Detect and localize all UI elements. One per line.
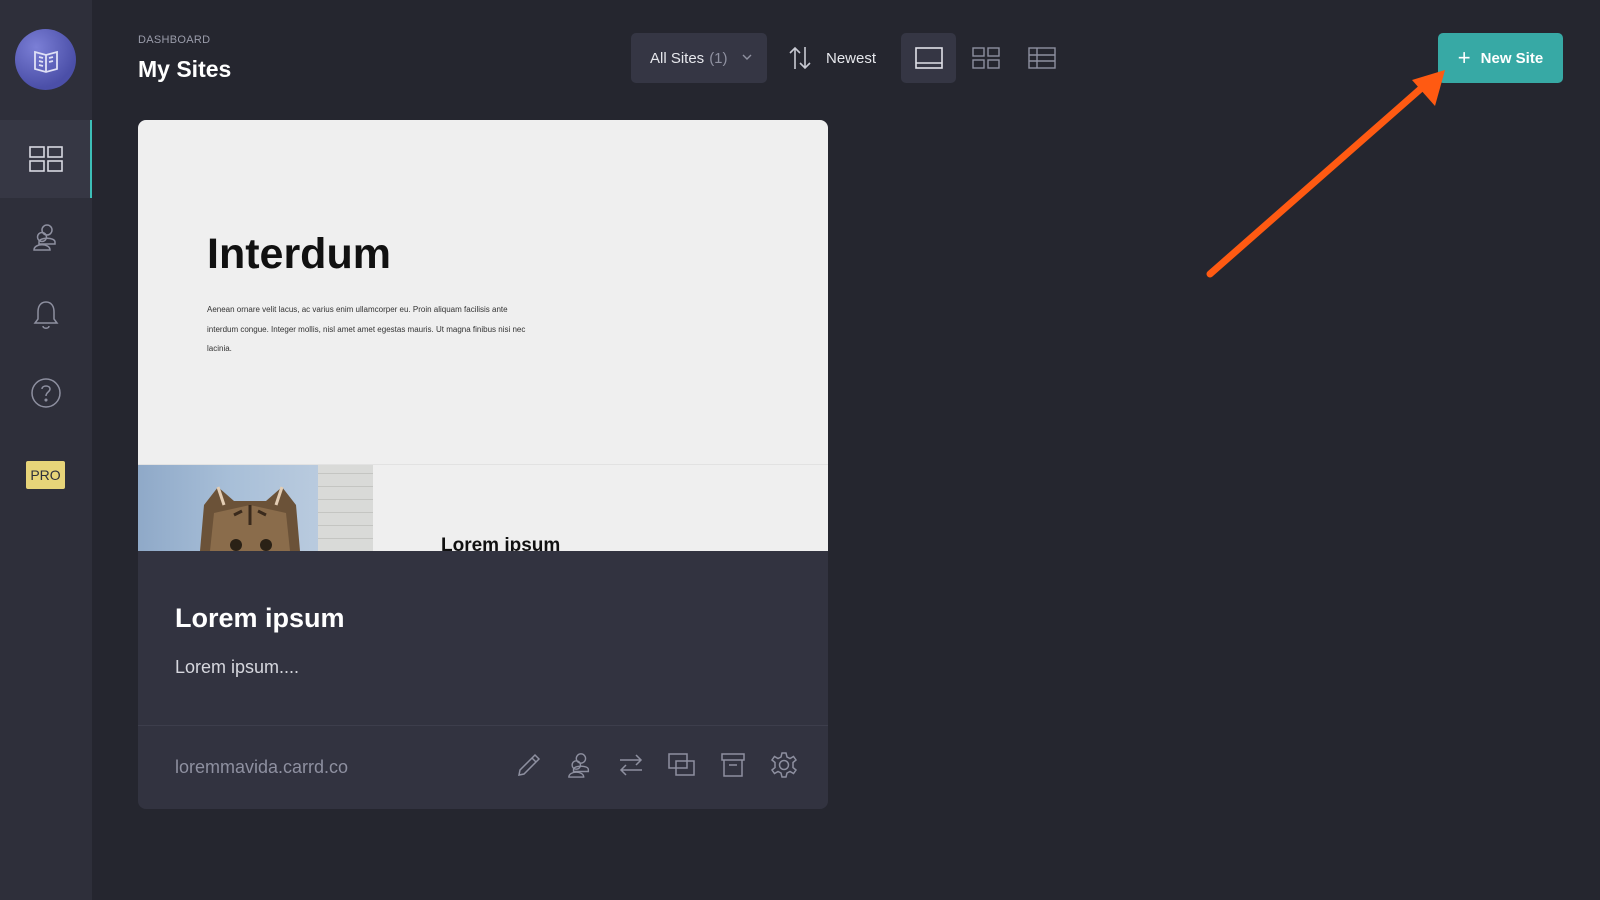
duplicate-icon: [668, 753, 695, 776]
carrd-logo[interactable]: [15, 29, 76, 90]
view-large-button[interactable]: [901, 33, 956, 83]
annotation-arrow: [1206, 70, 1445, 278]
page-title: My Sites: [138, 56, 232, 82]
sidebar-item-collaborators[interactable]: [0, 198, 92, 276]
preview-subheading: Lorem ipsum: [441, 535, 561, 551]
preview-heading: Interdum: [207, 230, 391, 278]
large-view-icon: [914, 47, 943, 69]
sort-control[interactable]: Newest: [788, 33, 876, 83]
chevron-down-icon: [742, 54, 752, 60]
site-filter-dropdown[interactable]: All Sites (1): [631, 33, 767, 83]
list-view-icon: [1027, 47, 1056, 69]
preview-body-text: Aenean ornare velit lacus, ac varius eni…: [207, 305, 526, 353]
sort-label: Newest: [826, 49, 877, 67]
sidebar: PRO: [0, 0, 92, 900]
archive-button[interactable]: [716, 748, 750, 782]
sort-arrows-icon: [789, 46, 811, 70]
preview-cat-image: [138, 465, 373, 551]
sidebar-item-help[interactable]: [0, 354, 92, 432]
settings-button[interactable]: [767, 748, 801, 782]
new-site-label: New Site: [1480, 49, 1544, 67]
edit-button[interactable]: [512, 748, 546, 782]
edit-icon: [518, 753, 541, 776]
bell-icon: [33, 301, 59, 329]
view-list-button[interactable]: [1014, 33, 1069, 83]
grid-icon: [29, 146, 63, 172]
site-title: Lorem ipsum: [175, 603, 345, 633]
transfer-button[interactable]: [614, 748, 648, 782]
grid-view-icon: [971, 47, 1000, 69]
settings-icon: [770, 752, 798, 778]
site-description: Lorem ipsum....: [175, 657, 300, 677]
collaborators-icon: [568, 753, 590, 778]
sidebar-item-sites[interactable]: [0, 120, 92, 198]
pro-badge[interactable]: PRO: [26, 461, 65, 489]
view-grid-button[interactable]: [958, 33, 1013, 83]
logo-book-icon: [33, 50, 58, 73]
filter-label: All Sites: [650, 49, 705, 67]
breadcrumb: DASHBOARD: [138, 34, 211, 46]
collaborators-button[interactable]: [563, 748, 597, 782]
site-card: Interdum Aenean ornare velit lacus, ac v…: [138, 120, 828, 809]
archive-icon: [721, 753, 745, 777]
card-divider: [138, 725, 828, 726]
filter-count: (1): [709, 49, 728, 67]
site-preview-thumbnail[interactable]: Interdum Aenean ornare velit lacus, ac v…: [138, 120, 828, 551]
duplicate-button[interactable]: [665, 748, 699, 782]
help-icon: [31, 378, 61, 408]
transfer-icon: [619, 754, 643, 776]
users-icon: [33, 224, 56, 251]
sidebar-item-notifications[interactable]: [0, 276, 92, 354]
cat-photo: [200, 486, 300, 551]
site-url-link[interactable]: loremmavida.carrd.co: [175, 757, 348, 778]
